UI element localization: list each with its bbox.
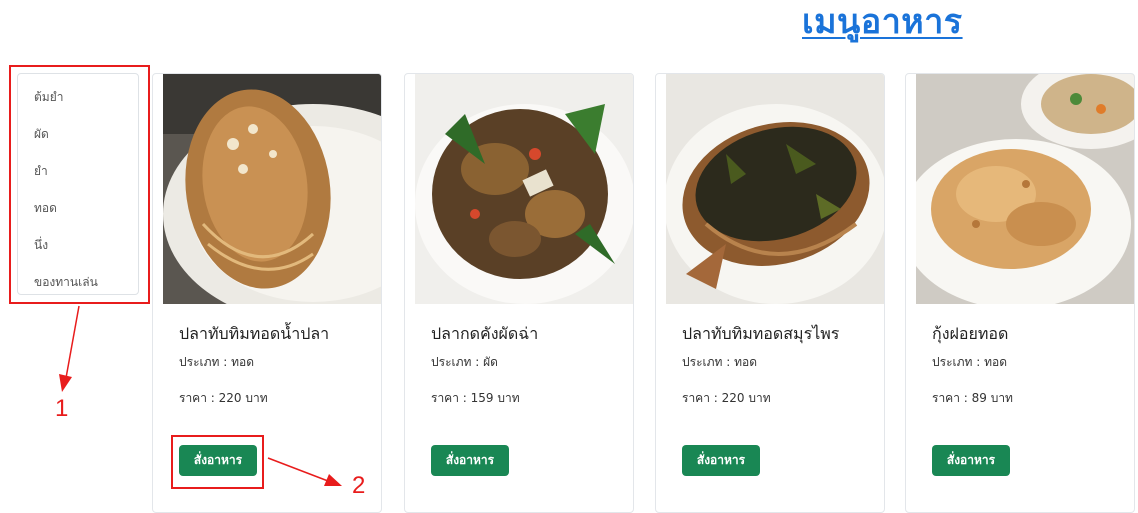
category-item-tomyum[interactable]: ต้มยำ xyxy=(34,88,63,107)
menu-item-title: กุ้งฝอยทอด xyxy=(932,324,1009,343)
menu-item-type: ประเภท : ทอด xyxy=(932,355,1008,369)
order-button[interactable]: สั่งอาหาร xyxy=(932,445,1010,476)
menu-card: ปลาทับทิมทอดสมุรไพร ประเภท : ทอด ราคา : … xyxy=(655,73,885,513)
category-item-salad[interactable]: ยำ xyxy=(34,162,48,181)
food-image-herb-fried-fish xyxy=(666,74,884,304)
menu-item-title: ปลาทับทิมทอดน้ำปลา xyxy=(179,324,330,343)
menu-card: ปลาทับทิมทอดน้ำปลา ประเภท : ทอด ราคา : 2… xyxy=(152,73,382,513)
menu-item-price: ราคา : 220 บาท xyxy=(682,391,771,405)
annotation-label-2: 2 xyxy=(352,472,366,499)
food-image-fried-shrimp xyxy=(916,74,1134,304)
category-item-snacks[interactable]: ของทานเล่น xyxy=(34,273,98,292)
menu-item-price: ราคา : 159 บาท xyxy=(431,391,520,405)
menu-item-type: ประเภท : ทอด xyxy=(682,355,758,369)
category-menu: ต้มยำ ผัด ยำ ทอด นึ่ง ของทานเล่น xyxy=(17,73,139,295)
order-button[interactable]: สั่งอาหาร xyxy=(431,445,509,476)
annotation-label-1: 1 xyxy=(55,395,69,422)
menu-item-title: ปลาทับทิมทอดสมุรไพร xyxy=(682,324,840,343)
food-image-stirfry-catfish xyxy=(415,74,633,304)
menu-item-type: ประเภท : ทอด xyxy=(179,355,255,369)
menu-item-title: ปลากดคังผัดฉ่า xyxy=(431,324,539,343)
order-button[interactable]: สั่งอาหาร xyxy=(179,445,257,476)
food-image-fried-fish xyxy=(163,74,381,304)
category-item-fried[interactable]: ทอด xyxy=(34,199,57,218)
category-item-steamed[interactable]: นึ่ง xyxy=(34,236,48,255)
page-title[interactable]: เมนูอาหาร xyxy=(802,0,963,44)
menu-card: กุ้งฝอยทอด ประเภท : ทอด ราคา : 89 บาท สั… xyxy=(905,73,1135,513)
category-item-stirfry[interactable]: ผัด xyxy=(34,125,49,144)
menu-card: ปลากดคังผัดฉ่า ประเภท : ผัด ราคา : 159 บ… xyxy=(404,73,634,513)
order-button[interactable]: สั่งอาหาร xyxy=(682,445,760,476)
menu-item-type: ประเภท : ผัด xyxy=(431,355,498,369)
menu-item-price: ราคา : 220 บาท xyxy=(179,391,268,405)
menu-item-price: ราคา : 89 บาท xyxy=(932,391,1013,405)
